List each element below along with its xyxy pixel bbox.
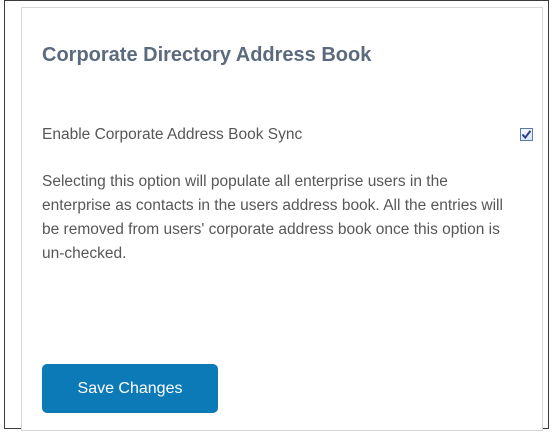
address-book-panel: Corporate Directory Address Book Enable … [21,7,543,431]
save-changes-button[interactable]: Save Changes [42,364,218,413]
window-frame: Corporate Directory Address Book Enable … [4,0,549,431]
sync-option-label: Enable Corporate Address Book Sync [42,126,303,143]
section-title: Corporate Directory Address Book [42,44,372,66]
enable-sync-checkbox[interactable] [520,128,533,141]
sync-description: Selecting this option will populate all … [42,173,503,262]
checkmark-icon [521,130,532,140]
